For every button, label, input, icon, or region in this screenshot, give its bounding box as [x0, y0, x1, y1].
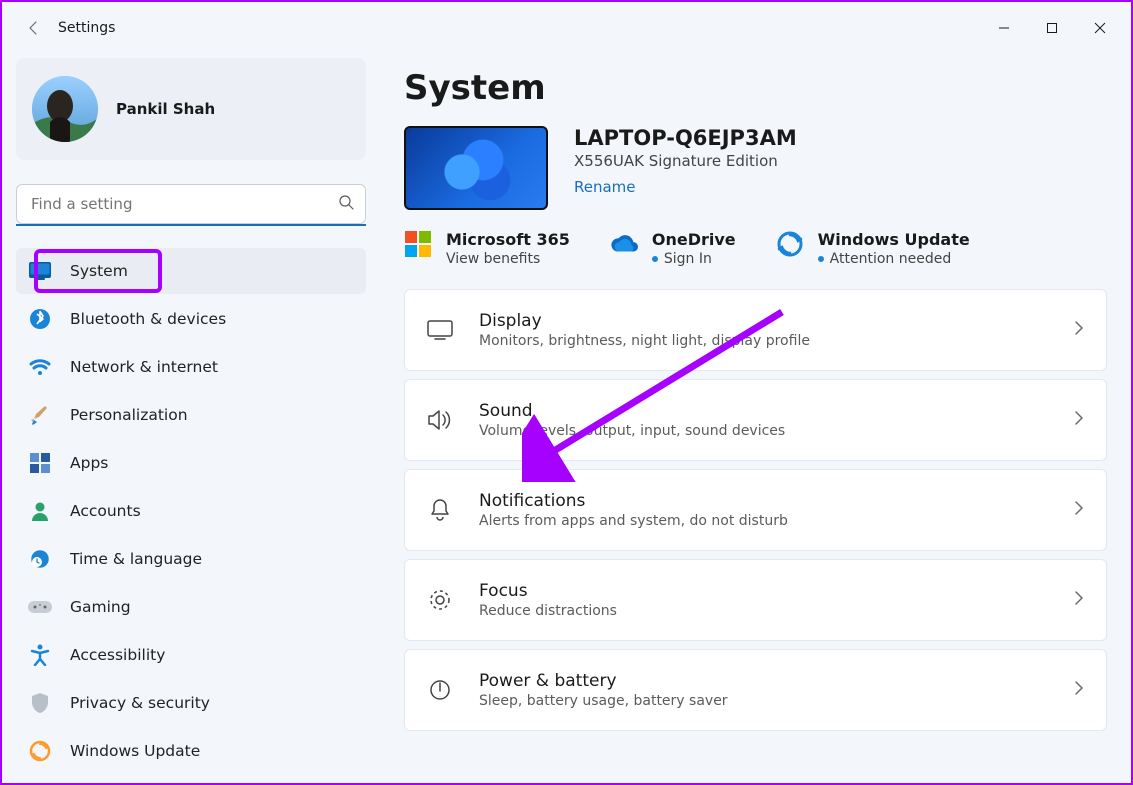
- card-display[interactable]: Display Monitors, brightness, night ligh…: [404, 289, 1107, 371]
- sidebar-item-time-language[interactable]: Time & language: [16, 536, 366, 582]
- minimize-button[interactable]: [981, 12, 1027, 44]
- sidebar-item-windows-update[interactable]: Windows Update: [16, 728, 366, 774]
- close-icon: [1094, 22, 1106, 34]
- promo-title: OneDrive: [652, 230, 736, 249]
- card-sub: Sleep, battery usage, battery saver: [479, 693, 1048, 709]
- card-title: Power & battery: [479, 671, 1048, 691]
- sidebar-item-system[interactable]: System: [16, 248, 366, 294]
- sidebar: Pankil Shah System Bluetooth & device: [2, 54, 380, 783]
- person-icon: [28, 499, 52, 523]
- sidebar-item-label: Apps: [70, 454, 108, 472]
- sidebar-item-label: Network & internet: [70, 358, 218, 376]
- chevron-right-icon: [1074, 410, 1084, 430]
- sidebar-item-apps[interactable]: Apps: [16, 440, 366, 486]
- device-name: LAPTOP-Q6EJP3AM: [574, 126, 797, 150]
- paintbrush-icon: [28, 403, 52, 427]
- maximize-button[interactable]: [1029, 12, 1075, 44]
- card-focus[interactable]: Focus Reduce distractions: [404, 559, 1107, 641]
- chevron-right-icon: [1074, 500, 1084, 520]
- promo-sub: Sign In: [652, 251, 736, 267]
- minimize-icon: [998, 22, 1010, 34]
- promo-title: Windows Update: [818, 230, 970, 249]
- onedrive-icon: [610, 230, 638, 258]
- promo-onedrive[interactable]: OneDrive Sign In: [610, 230, 736, 267]
- settings-list: Display Monitors, brightness, night ligh…: [404, 289, 1107, 731]
- gamepad-icon: [28, 595, 52, 619]
- card-title: Focus: [479, 581, 1048, 601]
- sidebar-item-label: Privacy & security: [70, 694, 210, 712]
- chevron-right-icon: [1074, 590, 1084, 610]
- page-title: System: [404, 68, 1107, 108]
- device-info: LAPTOP-Q6EJP3AM X556UAK Signature Editio…: [404, 126, 1107, 210]
- sidebar-item-network[interactable]: Network & internet: [16, 344, 366, 390]
- chevron-right-icon: [1074, 320, 1084, 340]
- promo-windows-update[interactable]: Windows Update Attention needed: [776, 230, 970, 267]
- avatar: [32, 76, 98, 142]
- card-sub: Reduce distractions: [479, 603, 1048, 619]
- sidebar-item-bluetooth[interactable]: Bluetooth & devices: [16, 296, 366, 342]
- clock-globe-icon: [28, 547, 52, 571]
- card-sub: Monitors, brightness, night light, displ…: [479, 333, 1048, 349]
- card-sub: Volume levels, output, input, sound devi…: [479, 423, 1048, 439]
- promo-title: Microsoft 365: [446, 230, 570, 249]
- bell-icon: [427, 497, 453, 523]
- accessibility-icon: [28, 643, 52, 667]
- profile-name: Pankil Shah: [116, 100, 215, 118]
- sidebar-item-label: Windows Update: [70, 742, 200, 760]
- sound-icon: [427, 407, 453, 433]
- sidebar-item-privacy[interactable]: Privacy & security: [16, 680, 366, 726]
- sidebar-item-label: Bluetooth & devices: [70, 310, 226, 328]
- promo-sub: Attention needed: [818, 251, 970, 267]
- search-icon: [338, 194, 354, 214]
- chevron-right-icon: [1074, 680, 1084, 700]
- shield-icon: [28, 691, 52, 715]
- promo-row: Microsoft 365 View benefits OneDrive Sig…: [404, 230, 1107, 267]
- sidebar-item-accessibility[interactable]: Accessibility: [16, 632, 366, 678]
- card-title: Sound: [479, 401, 1048, 421]
- focus-icon: [427, 587, 453, 613]
- rename-link[interactable]: Rename: [574, 178, 636, 196]
- close-button[interactable]: [1077, 12, 1123, 44]
- search-input[interactable]: [16, 184, 366, 224]
- card-title: Display: [479, 311, 1048, 331]
- sidebar-item-label: Accounts: [70, 502, 141, 520]
- sidebar-item-accounts[interactable]: Accounts: [16, 488, 366, 534]
- main-content: System LAPTOP-Q6EJP3AM X556UAK Signature…: [380, 54, 1131, 783]
- titlebar: Settings: [2, 2, 1131, 54]
- maximize-icon: [1046, 22, 1058, 34]
- profile-card[interactable]: Pankil Shah: [16, 58, 366, 160]
- sidebar-item-label: System: [70, 262, 128, 280]
- card-notifications[interactable]: Notifications Alerts from apps and syste…: [404, 469, 1107, 551]
- windows-update-icon: [776, 230, 804, 258]
- sidebar-item-label: Accessibility: [70, 646, 165, 664]
- update-icon: [28, 739, 52, 763]
- card-power-battery[interactable]: Power & battery Sleep, battery usage, ba…: [404, 649, 1107, 731]
- sidebar-item-label: Personalization: [70, 406, 188, 424]
- apps-icon: [28, 451, 52, 475]
- card-sub: Alerts from apps and system, do not dist…: [479, 513, 1048, 529]
- card-sound[interactable]: Sound Volume levels, output, input, soun…: [404, 379, 1107, 461]
- back-button[interactable]: [16, 10, 52, 46]
- device-thumbnail: [404, 126, 548, 210]
- sidebar-item-label: Time & language: [70, 550, 202, 568]
- device-model: X556UAK Signature Edition: [574, 152, 797, 170]
- sidebar-item-label: Gaming: [70, 598, 131, 616]
- wifi-icon: [28, 355, 52, 379]
- promo-microsoft-365[interactable]: Microsoft 365 View benefits: [404, 230, 570, 267]
- search-container: [16, 184, 366, 224]
- system-icon: [28, 259, 52, 283]
- display-icon: [427, 317, 453, 343]
- window-title: Settings: [58, 20, 115, 36]
- sidebar-item-personalization[interactable]: Personalization: [16, 392, 366, 438]
- sidebar-nav: System Bluetooth & devices Network & int…: [16, 248, 366, 774]
- sidebar-item-gaming[interactable]: Gaming: [16, 584, 366, 630]
- power-icon: [427, 677, 453, 703]
- microsoft-365-icon: [404, 230, 432, 258]
- arrow-left-icon: [26, 20, 42, 36]
- card-title: Notifications: [479, 491, 1048, 511]
- bluetooth-icon: [28, 307, 52, 331]
- promo-sub: View benefits: [446, 251, 570, 267]
